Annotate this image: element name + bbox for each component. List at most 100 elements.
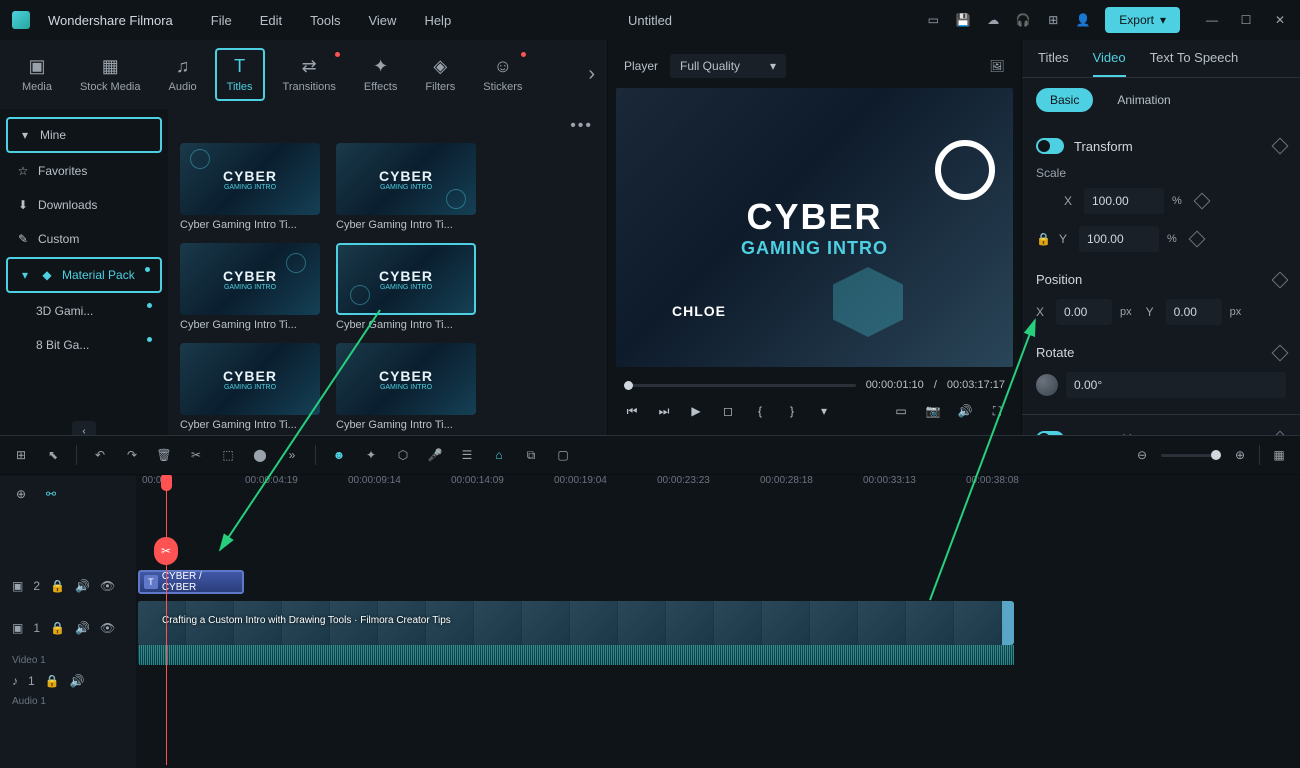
rotate-input[interactable]: [1066, 372, 1286, 398]
menu-edit[interactable]: Edit: [260, 13, 282, 28]
scissors-icon[interactable]: ✂: [187, 446, 205, 464]
menu-tools[interactable]: Tools: [310, 13, 340, 28]
lock-icon[interactable]: 🔒: [45, 674, 60, 688]
fullscreen-icon[interactable]: ⛶: [989, 403, 1005, 419]
sidebar-collapse-button[interactable]: ‹: [72, 421, 96, 435]
tab-effects[interactable]: ✦Effects: [354, 50, 407, 99]
lock-icon[interactable]: 🔒: [50, 579, 65, 593]
menu-file[interactable]: File: [211, 13, 232, 28]
export-button[interactable]: Export ▾: [1105, 7, 1180, 33]
stop-icon[interactable]: ◻: [720, 403, 736, 419]
rotate-dial[interactable]: [1036, 374, 1058, 396]
sidebar-sub-8bit-gaming[interactable]: 8 Bit Ga...: [6, 329, 162, 361]
mute-icon[interactable]: 🔊: [70, 674, 85, 688]
more-options-icon[interactable]: •••: [570, 117, 593, 135]
keyframe-diamond-icon[interactable]: [1188, 231, 1205, 248]
scrubber-track[interactable]: [624, 384, 856, 387]
account-icon[interactable]: 👤: [1075, 12, 1091, 28]
scale-x-input[interactable]: [1084, 188, 1164, 214]
mute-icon[interactable]: 🔊: [75, 621, 90, 635]
step-back-icon[interactable]: ⏭: [656, 403, 672, 419]
rtab-titles[interactable]: Titles: [1038, 50, 1069, 77]
view-options-icon[interactable]: ▦: [1270, 446, 1288, 464]
tabs-more-arrow[interactable]: ›: [588, 63, 595, 86]
headset-icon[interactable]: 🎧: [1015, 12, 1031, 28]
tab-audio[interactable]: ♫Audio: [159, 50, 207, 99]
keyframe-diamond-icon[interactable]: [1272, 138, 1289, 155]
crop-icon[interactable]: ⬚: [219, 446, 237, 464]
title-thumb-6[interactable]: CYBERGAMING INTROCyber Gaming Intro Ti..…: [336, 343, 476, 431]
lock-icon[interactable]: 🔒: [50, 621, 65, 635]
sidebar-item-downloads[interactable]: ⬇Downloads: [6, 189, 162, 221]
scale-y-input[interactable]: [1079, 226, 1159, 252]
mute-icon[interactable]: 🔊: [75, 579, 90, 593]
zoom-in-icon[interactable]: ⊕: [1231, 446, 1249, 464]
compositing-toggle[interactable]: [1036, 431, 1064, 435]
playhead[interactable]: ✂: [166, 475, 167, 765]
transform-toggle[interactable]: [1036, 138, 1064, 154]
tab-stock-media[interactable]: ▦Stock Media: [70, 50, 151, 99]
eye-icon[interactable]: 👁: [100, 579, 115, 593]
display-icon[interactable]: ▭: [893, 403, 909, 419]
tab-media[interactable]: ▣Media: [12, 50, 62, 99]
position-x-input[interactable]: [1056, 299, 1112, 325]
sparkle-icon[interactable]: ✦: [362, 446, 380, 464]
video-clip[interactable]: Crafting a Custom Intro with Drawing Too…: [138, 601, 1014, 645]
title-clip[interactable]: T CYBER / CYBER: [138, 570, 244, 594]
device-icon[interactable]: ▭: [925, 12, 941, 28]
save-icon[interactable]: 💾: [955, 12, 971, 28]
playhead-handle[interactable]: [161, 475, 172, 491]
record-icon[interactable]: ⬤: [251, 446, 269, 464]
tab-filters[interactable]: ◈Filters: [415, 50, 465, 99]
title-thumb-5[interactable]: CYBERGAMING INTROCyber Gaming Intro Ti..…: [180, 343, 320, 431]
mic-icon[interactable]: 🎤: [426, 446, 444, 464]
tab-titles[interactable]: TTitles: [215, 48, 265, 101]
add-track-icon[interactable]: ⊕: [12, 485, 30, 503]
track-header-v1[interactable]: ▣1🔒🔊👁: [0, 601, 136, 655]
quality-dropdown[interactable]: Full Quality▾: [670, 54, 786, 78]
play-icon[interactable]: ▶: [688, 403, 704, 419]
sidebar-item-material-pack[interactable]: ▾◆Material Pack: [6, 257, 162, 293]
subtab-basic[interactable]: Basic: [1036, 88, 1093, 112]
link-icon[interactable]: ⚯: [42, 485, 60, 503]
menu-help[interactable]: Help: [424, 13, 451, 28]
eye-icon[interactable]: 👁: [100, 621, 115, 635]
zoom-slider[interactable]: [1161, 454, 1221, 457]
minimize-icon[interactable]: —: [1204, 12, 1220, 28]
volume-icon[interactable]: 🔊: [957, 403, 973, 419]
shield-icon[interactable]: ⬡: [394, 446, 412, 464]
redo-icon[interactable]: ↷: [123, 446, 141, 464]
slider-handle[interactable]: [1211, 450, 1221, 460]
sidebar-item-custom[interactable]: ✎Custom: [6, 223, 162, 255]
title-thumb-1[interactable]: CYBERGAMING INTROCyber Gaming Intro Ti..…: [180, 143, 320, 231]
ai-face-icon[interactable]: ☻: [330, 446, 348, 464]
delete-icon[interactable]: 🗑: [155, 446, 173, 464]
grid-icon[interactable]: ⊞: [12, 446, 30, 464]
preview-canvas[interactable]: CYBER GAMING INTRO CHLOE: [616, 88, 1013, 367]
keyframe-diamond-icon[interactable]: [1193, 193, 1210, 210]
keyframe-diamond-icon[interactable]: [1272, 431, 1289, 435]
cloud-icon[interactable]: ☁: [985, 12, 1001, 28]
position-y-input[interactable]: [1166, 299, 1222, 325]
track-header-t2[interactable]: ▣2🔒🔊👁: [0, 571, 136, 601]
rtab-video[interactable]: Video: [1093, 50, 1126, 77]
timeline-tracks[interactable]: 00:00 00:00:04:19 00:00:09:14 00:00:14:0…: [136, 475, 1300, 768]
snapshot-image-icon[interactable]: 🖼: [989, 58, 1005, 74]
scrubber-handle[interactable]: [624, 381, 633, 390]
mark-out-icon[interactable]: }: [784, 403, 800, 419]
track-t2[interactable]: T CYBER / CYBER: [136, 567, 1300, 597]
close-icon[interactable]: ✕: [1272, 12, 1288, 28]
tab-stickers[interactable]: ☺Stickers: [473, 50, 532, 99]
apps-icon[interactable]: ⊞: [1045, 12, 1061, 28]
undo-icon[interactable]: ↶: [91, 446, 109, 464]
rtab-tts[interactable]: Text To Speech: [1150, 50, 1239, 77]
list-icon[interactable]: ☰: [458, 446, 476, 464]
sidebar-sub-3d-gaming[interactable]: 3D Gami...: [6, 295, 162, 327]
sidebar-item-favorites[interactable]: ☆Favorites: [6, 155, 162, 187]
subtab-animation[interactable]: Animation: [1103, 88, 1184, 112]
sidebar-item-mine[interactable]: ▾Mine: [6, 117, 162, 153]
layers-icon[interactable]: ⧉: [522, 446, 540, 464]
snapshot-icon[interactable]: 📷: [925, 403, 941, 419]
audio-waveform[interactable]: [138, 645, 1014, 665]
title-thumb-2[interactable]: CYBERGAMING INTROCyber Gaming Intro Ti..…: [336, 143, 476, 231]
